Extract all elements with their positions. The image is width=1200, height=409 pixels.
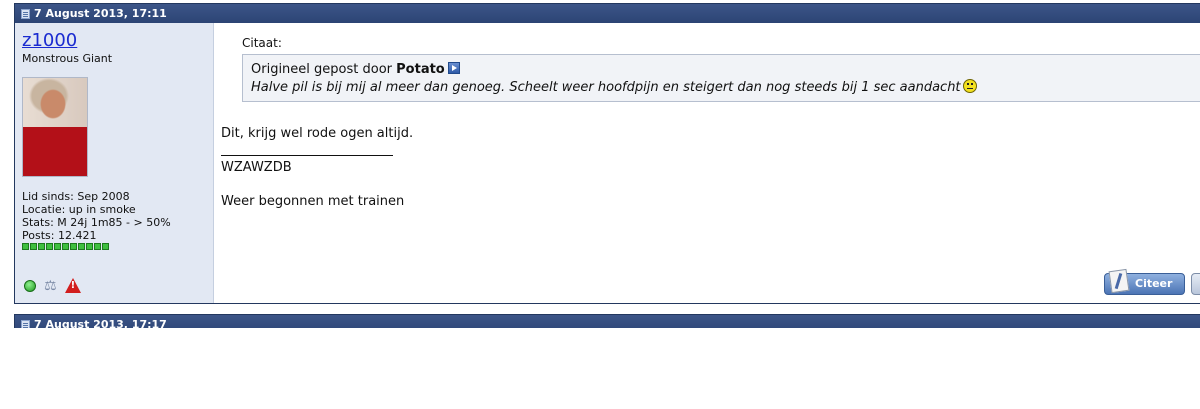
- quote-label: Citaat:: [242, 36, 282, 50]
- quote-button-label: Citeer: [1135, 277, 1173, 290]
- quote-prefix: Origineel gepost door: [251, 62, 392, 77]
- member-since: Lid sinds: Sep 2008: [22, 190, 130, 203]
- user-stats-line: Stats: M 24j 1m85 - > 50%: [22, 216, 171, 229]
- report-warning-icon[interactable]: [64, 278, 81, 293]
- reputation-segment: [38, 243, 45, 250]
- user-icons: ⚖: [24, 278, 81, 293]
- reputation-segment: [62, 243, 69, 250]
- reputation-segment: [46, 243, 53, 250]
- quote-button[interactable]: Citeer: [1104, 268, 1185, 295]
- message-text: Dit, krijg wel rode ogen altijd.: [221, 126, 414, 141]
- reputation-scale-icon[interactable]: ⚖: [44, 279, 57, 293]
- next-forum-post: 7 August 2013, 17:17: [14, 314, 1200, 328]
- user-title: Monstrous Giant: [22, 52, 113, 65]
- reputation-segment: [22, 243, 29, 250]
- multi-quote-button[interactable]: [1191, 273, 1200, 295]
- avatar[interactable]: [22, 77, 88, 177]
- quote-box: Origineel gepost door Potato Halve pil i…: [242, 54, 1200, 102]
- reputation-segment: [94, 243, 101, 250]
- quote-header: Origineel gepost door Potato: [251, 61, 1200, 79]
- reputation-segment: [30, 243, 37, 250]
- reputation-segment: [70, 243, 77, 250]
- post-date: 7 August 2013, 17:11: [34, 7, 167, 20]
- pen-icon: [1108, 268, 1130, 294]
- post-count: Posts: 12.421: [22, 229, 97, 242]
- signature-line-2: Weer begonnen met trainen: [221, 194, 405, 209]
- reputation-segment: [78, 243, 85, 250]
- next-post-header: 7 August 2013, 17:17: [15, 315, 1200, 328]
- reputation-segment: [86, 243, 93, 250]
- next-post-date: 7 August 2013, 17:17: [34, 318, 167, 328]
- user-info-panel: z1000 Monstrous Giant Lid sinds: Sep 200…: [15, 23, 214, 303]
- quote-text: Halve pil is bij mij al meer dan genoeg.…: [251, 79, 1200, 97]
- quote-author: Potato: [396, 62, 445, 77]
- reputation-bar: [22, 243, 213, 250]
- smiley-icon: [962, 79, 977, 93]
- reputation-segment: [54, 243, 61, 250]
- online-status-icon: [24, 279, 36, 292]
- goto-post-icon[interactable]: [447, 62, 460, 74]
- forum-post: 7 August 2013, 17:11 z1000 Monstrous Gia…: [14, 3, 1200, 304]
- username-link[interactable]: z1000: [22, 31, 213, 51]
- post-document-icon: [21, 320, 30, 328]
- user-location: Locatie: up in smoke: [22, 203, 136, 216]
- signature-divider: [221, 155, 393, 156]
- reputation-segment: [102, 243, 109, 250]
- signature-line-1: WZAWZDB: [221, 160, 292, 175]
- user-stats: Lid sinds: Sep 2008 Locatie: up in smoke…: [22, 190, 213, 250]
- post-header: 7 August 2013, 17:11: [15, 4, 1200, 23]
- post-document-icon: [21, 9, 30, 19]
- post-content: Citaat: Origineel gepost door Potato Hal…: [221, 23, 1200, 303]
- quote-text-body: Halve pil is bij mij al meer dan genoeg.…: [251, 80, 961, 95]
